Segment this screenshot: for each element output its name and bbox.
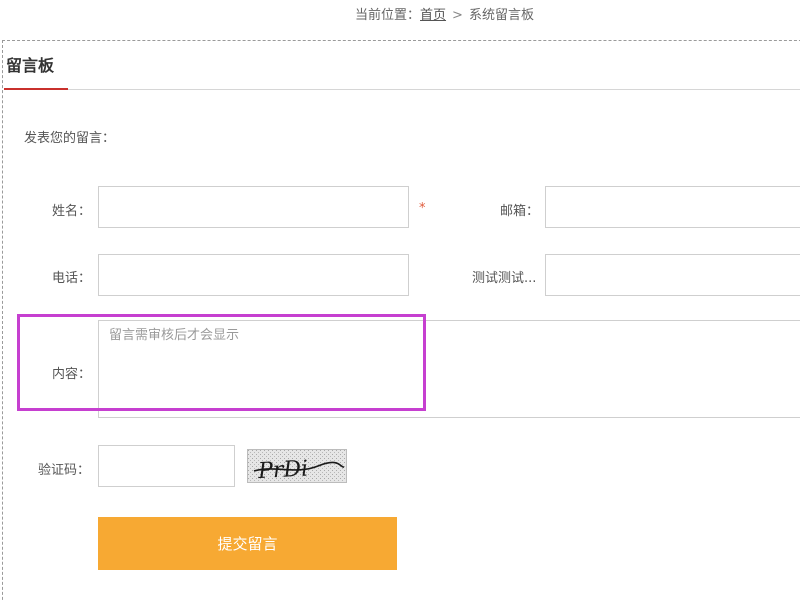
email-label: 邮箱： <box>500 204 540 219</box>
breadcrumb-prefix: 当前位置： <box>355 8 421 23</box>
breadcrumb-current: 系统留言板 <box>468 8 534 23</box>
breadcrumb-home-link[interactable]: 首页 <box>420 8 446 23</box>
phone-label: 电话： <box>52 271 92 286</box>
title-accent-bar <box>4 88 68 90</box>
required-mark: * <box>419 201 426 216</box>
breadcrumb-separator: > <box>452 8 463 23</box>
captcha-graphic: PrDi <box>248 450 346 482</box>
form-intro: 发表您的留言： <box>24 131 116 146</box>
captcha-image[interactable]: PrDi <box>247 449 347 483</box>
name-input[interactable] <box>98 186 409 228</box>
test-field-input[interactable] <box>545 254 800 296</box>
content-textarea[interactable] <box>98 320 800 418</box>
content-label: 内容： <box>52 367 92 382</box>
captcha-label: 验证码： <box>38 463 91 478</box>
name-label: 姓名： <box>52 204 92 219</box>
submit-message-button[interactable]: 提交留言 <box>98 517 397 570</box>
panel-title: 留言板 <box>6 56 55 75</box>
captcha-input[interactable] <box>98 445 235 487</box>
email-input[interactable] <box>545 186 800 228</box>
title-divider <box>68 89 800 90</box>
test-field-label: 测试测试... <box>472 271 537 286</box>
breadcrumb: 当前位置：首页 > 系统留言板 <box>355 4 534 23</box>
phone-input[interactable] <box>98 254 409 296</box>
